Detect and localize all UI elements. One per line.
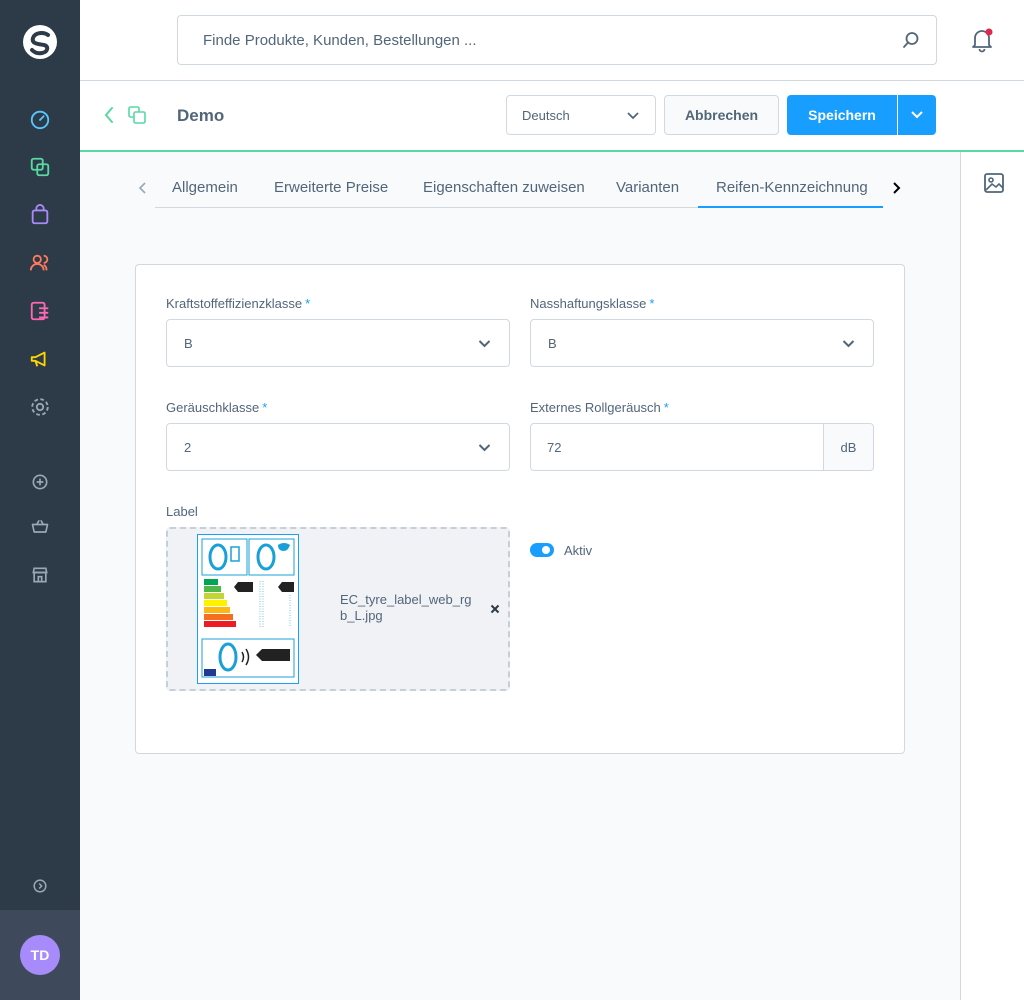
label-field-label: Label	[166, 504, 198, 519]
unit-suffix: dB	[823, 424, 873, 470]
user-avatar[interactable]: TD	[20, 935, 60, 975]
label-media-upload[interactable]: EC_tyre_label_web_rgb_L.jpg	[166, 527, 510, 691]
eu-tyre-label-thumbnail	[197, 534, 299, 684]
sidebar-user-area: TD	[0, 910, 80, 1000]
back-arrow-icon[interactable]	[102, 106, 116, 124]
settings-icon[interactable]	[28, 395, 52, 419]
wet-grip-label: Nasshaftungsklasse *	[530, 296, 655, 311]
top-search-bar	[80, 0, 1024, 81]
tyre-label-card: Kraftstoffeffizienzklasse * B Nasshaftung…	[135, 264, 905, 754]
smart-bar: Demo Deutsch Abbrechen Speichern	[80, 81, 1024, 152]
marketing-icon[interactable]	[28, 347, 52, 371]
sales-channel-basket-icon[interactable]	[28, 515, 52, 539]
chevron-down-icon	[842, 340, 855, 348]
wet-grip-value: B	[548, 336, 557, 351]
admin-sidebar: TD	[0, 0, 80, 1000]
search-input[interactable]	[203, 16, 893, 64]
language-switch[interactable]: Deutsch	[506, 95, 656, 135]
search-icon[interactable]	[902, 31, 920, 49]
label-file-name: EC_tyre_label_web_rgb_L.jpg	[340, 592, 472, 623]
fuel-efficiency-select[interactable]: B	[166, 319, 510, 367]
storefront-icon[interactable]	[28, 563, 52, 587]
rolling-noise-input[interactable]	[531, 424, 823, 470]
product-detail-tabs: Allgemein Erweiterte Preise Eigenschafte…	[155, 167, 883, 208]
shopware-logo-icon[interactable]	[22, 24, 58, 60]
noise-class-select[interactable]: 2	[166, 423, 510, 471]
language-switch-value: Deutsch	[522, 108, 570, 123]
fuel-efficiency-value: B	[184, 336, 193, 351]
remove-file-close-icon[interactable]	[490, 604, 500, 614]
page-title: Demo	[177, 106, 225, 125]
catalog-icon[interactable]	[28, 155, 52, 179]
save-options-button[interactable]	[898, 95, 936, 135]
add-icon[interactable]	[28, 470, 52, 494]
save-button[interactable]: Speichern	[787, 95, 897, 135]
tab-scroll-left-icon[interactable]	[138, 181, 148, 195]
chevron-down-icon	[627, 112, 639, 120]
noise-class-label: Geräuschklasse *	[166, 400, 268, 415]
global-search	[177, 15, 937, 65]
tab-scroll-right-icon[interactable]	[891, 181, 901, 195]
chevron-down-icon	[478, 444, 491, 452]
rolling-noise-field: dB	[530, 423, 874, 471]
active-tab-indicator	[698, 206, 883, 208]
sidebar-panel-right	[960, 152, 1024, 1000]
active-toggle-switch[interactable]	[530, 543, 554, 557]
orders-icon[interactable]	[28, 203, 52, 227]
tab-reifen-kennzeichnung[interactable]: Reifen-Kennzeichnung	[716, 179, 868, 196]
noise-class-value: 2	[184, 440, 192, 455]
tab-varianten[interactable]: Varianten	[616, 179, 679, 196]
catalog-module-icon	[128, 106, 146, 124]
tab-eigenschaften-zuweisen[interactable]: Eigenschaften zuweisen	[423, 179, 585, 196]
cancel-button[interactable]: Abbrechen	[664, 95, 779, 135]
tab-allgemein[interactable]: Allgemein	[172, 179, 238, 196]
dashboard-icon[interactable]	[28, 107, 52, 131]
rolling-noise-label: Externes Rollgeräusch *	[530, 400, 669, 415]
content-icon[interactable]	[28, 299, 52, 323]
fuel-efficiency-label: Kraftstoffeffizienzklasse *	[166, 296, 311, 311]
chevron-down-icon	[911, 111, 923, 119]
notification-bell-icon[interactable]	[969, 27, 995, 53]
wet-grip-select[interactable]: B	[530, 319, 874, 367]
tab-erweiterte-preise[interactable]: Erweiterte Preise	[274, 179, 388, 196]
expand-icon[interactable]	[28, 874, 52, 898]
active-toggle-label: Aktiv	[564, 543, 593, 558]
chevron-down-icon	[478, 340, 491, 348]
customers-icon[interactable]	[28, 251, 52, 275]
image-media-icon[interactable]	[983, 172, 1005, 194]
